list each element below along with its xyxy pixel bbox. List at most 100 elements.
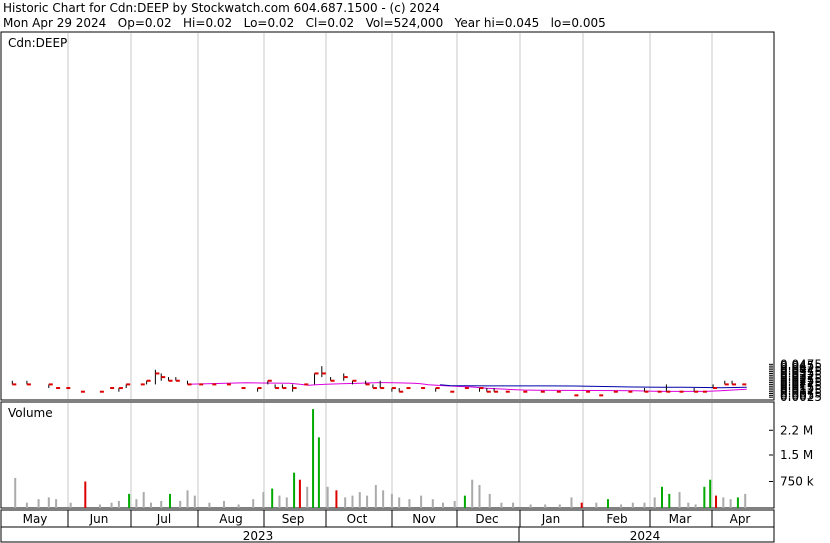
volume-bar-70 bbox=[709, 479, 712, 508]
stock-chart: Historic Chart for Cdn:DEEP by Stockwatc… bbox=[0, 1, 822, 543]
header-title: Historic Chart for Cdn:DEEP by Stockwatc… bbox=[3, 1, 440, 15]
year-label-2023: 2023 bbox=[243, 529, 274, 543]
volume-bar-55 bbox=[558, 504, 561, 508]
volume-bar-36 bbox=[358, 492, 361, 508]
month-label-jun: Jun bbox=[89, 512, 109, 526]
volume-bar-61 bbox=[631, 502, 634, 508]
ma-long-line bbox=[440, 384, 747, 389]
volume-tick-label-0: 750 k bbox=[780, 475, 814, 489]
volume-bar-13 bbox=[150, 502, 152, 508]
volume-bar-30 bbox=[312, 409, 315, 508]
volume-bar-65 bbox=[668, 493, 671, 508]
volume-bar-4 bbox=[55, 499, 58, 508]
volume-bar-2 bbox=[37, 499, 40, 508]
volume-bar-58 bbox=[595, 502, 598, 508]
volume-bar-0 bbox=[14, 477, 17, 508]
volume-bar-31 bbox=[317, 437, 320, 508]
volume-bar-37 bbox=[366, 495, 369, 508]
price-axis: 0.00250.0050.00750.010.01250.0150.01750.… bbox=[769, 357, 822, 404]
volume-bar-14 bbox=[160, 500, 163, 508]
volume-bar-22 bbox=[252, 499, 255, 508]
volume-panel-label: Volume bbox=[8, 406, 53, 420]
volume-bar-21 bbox=[237, 504, 240, 508]
volume-bar-8 bbox=[110, 502, 113, 508]
volume-bar-5 bbox=[69, 502, 72, 508]
volume-bar-27 bbox=[293, 472, 296, 508]
volume-bar-20 bbox=[223, 500, 225, 508]
volume-bar-60 bbox=[620, 504, 623, 508]
year-axis: 2023 2024 bbox=[243, 529, 661, 543]
volume-bar-28 bbox=[298, 479, 301, 508]
year-label-2024: 2024 bbox=[630, 529, 661, 543]
volume-bar-41 bbox=[398, 497, 401, 508]
volume-bar-66 bbox=[678, 492, 681, 508]
month-label-mar: Mar bbox=[669, 512, 692, 526]
volume-bar-26 bbox=[285, 497, 288, 508]
volume-bar-9 bbox=[117, 500, 120, 508]
volume-bar-6 bbox=[84, 481, 87, 508]
month-label-may: May bbox=[23, 512, 48, 526]
volume-bar-57 bbox=[580, 502, 583, 508]
volume-bar-53 bbox=[529, 504, 532, 508]
volume-bar-23 bbox=[262, 492, 265, 508]
volume-bar-3 bbox=[47, 497, 50, 508]
volume-bar-38 bbox=[374, 485, 377, 508]
volume-bars bbox=[14, 409, 747, 508]
volume-bar-29 bbox=[306, 486, 309, 508]
month-label-jul: Jul bbox=[156, 512, 171, 526]
volume-bar-40 bbox=[390, 493, 393, 508]
volume-bar-48 bbox=[471, 479, 474, 508]
volume-bar-46 bbox=[453, 500, 456, 508]
volume-bar-63 bbox=[653, 497, 656, 508]
volume-bar-33 bbox=[335, 490, 338, 508]
moving-average-long bbox=[440, 384, 747, 389]
volume-bar-67 bbox=[687, 502, 690, 508]
volume-bar-35 bbox=[351, 495, 354, 508]
volume-bar-73 bbox=[729, 499, 732, 508]
volume-bar-68 bbox=[694, 504, 697, 508]
price-panel-frame bbox=[0, 31, 775, 401]
volume-bar-39 bbox=[382, 490, 385, 508]
volume-bar-18 bbox=[193, 495, 196, 508]
month-axis: May Jun Jul Aug Sep Oct Nov Dec Jan Feb Mar Apr bbox=[23, 512, 751, 526]
volume-bar-12 bbox=[142, 492, 145, 508]
volume-bar-72 bbox=[722, 497, 725, 508]
month-label-dec: Dec bbox=[475, 512, 498, 526]
volume-bar-54 bbox=[544, 504, 547, 508]
volume-bar-64 bbox=[661, 486, 663, 508]
volume-bar-59 bbox=[606, 499, 609, 508]
volume-bar-49 bbox=[478, 485, 481, 508]
volume-bar-71 bbox=[715, 495, 718, 508]
volume-tick-label-2: 2.2 M bbox=[780, 423, 813, 437]
volume-bar-69 bbox=[703, 486, 706, 508]
volume-bar-7 bbox=[98, 504, 101, 508]
month-label-apr: Apr bbox=[730, 512, 751, 526]
volume-bar-34 bbox=[344, 497, 347, 508]
grid-lines bbox=[1, 33, 774, 542]
price-tick-label-18: 0.0475 bbox=[780, 357, 822, 371]
volume-tick-label-1: 1.5 M bbox=[780, 448, 813, 462]
volume-bar-15 bbox=[168, 493, 171, 508]
volume-bar-25 bbox=[278, 495, 281, 508]
volume-bar-62 bbox=[643, 502, 646, 508]
volume-bar-45 bbox=[442, 502, 444, 508]
volume-panel-frame bbox=[0, 401, 775, 509]
volume-bar-52 bbox=[512, 502, 515, 508]
month-label-nov: Nov bbox=[412, 512, 435, 526]
month-label-sep: Sep bbox=[282, 512, 305, 526]
volume-bar-24 bbox=[271, 488, 274, 508]
volume-bar-44 bbox=[431, 499, 434, 508]
volume-axis: 750 k 1.5 M 2.2 M bbox=[769, 423, 814, 489]
volume-bar-50 bbox=[488, 493, 491, 508]
volume-bar-42 bbox=[408, 499, 411, 508]
month-label-jan: Jan bbox=[541, 512, 561, 526]
chart-header: Historic Chart for Cdn:DEEP by Stockwatc… bbox=[3, 1, 606, 30]
volume-bar-32 bbox=[326, 486, 329, 508]
volume-bar-75 bbox=[744, 493, 747, 508]
month-label-oct: Oct bbox=[347, 512, 368, 526]
price-panel-label: Cdn:DEEP bbox=[8, 36, 67, 50]
volume-bar-51 bbox=[500, 502, 503, 508]
header-quote-line: Mon Apr 29 2024 Op=0.02 Hi=0.02 Lo=0.02 … bbox=[3, 16, 606, 30]
volume-bar-1 bbox=[25, 502, 28, 508]
volume-bar-19 bbox=[208, 502, 211, 508]
